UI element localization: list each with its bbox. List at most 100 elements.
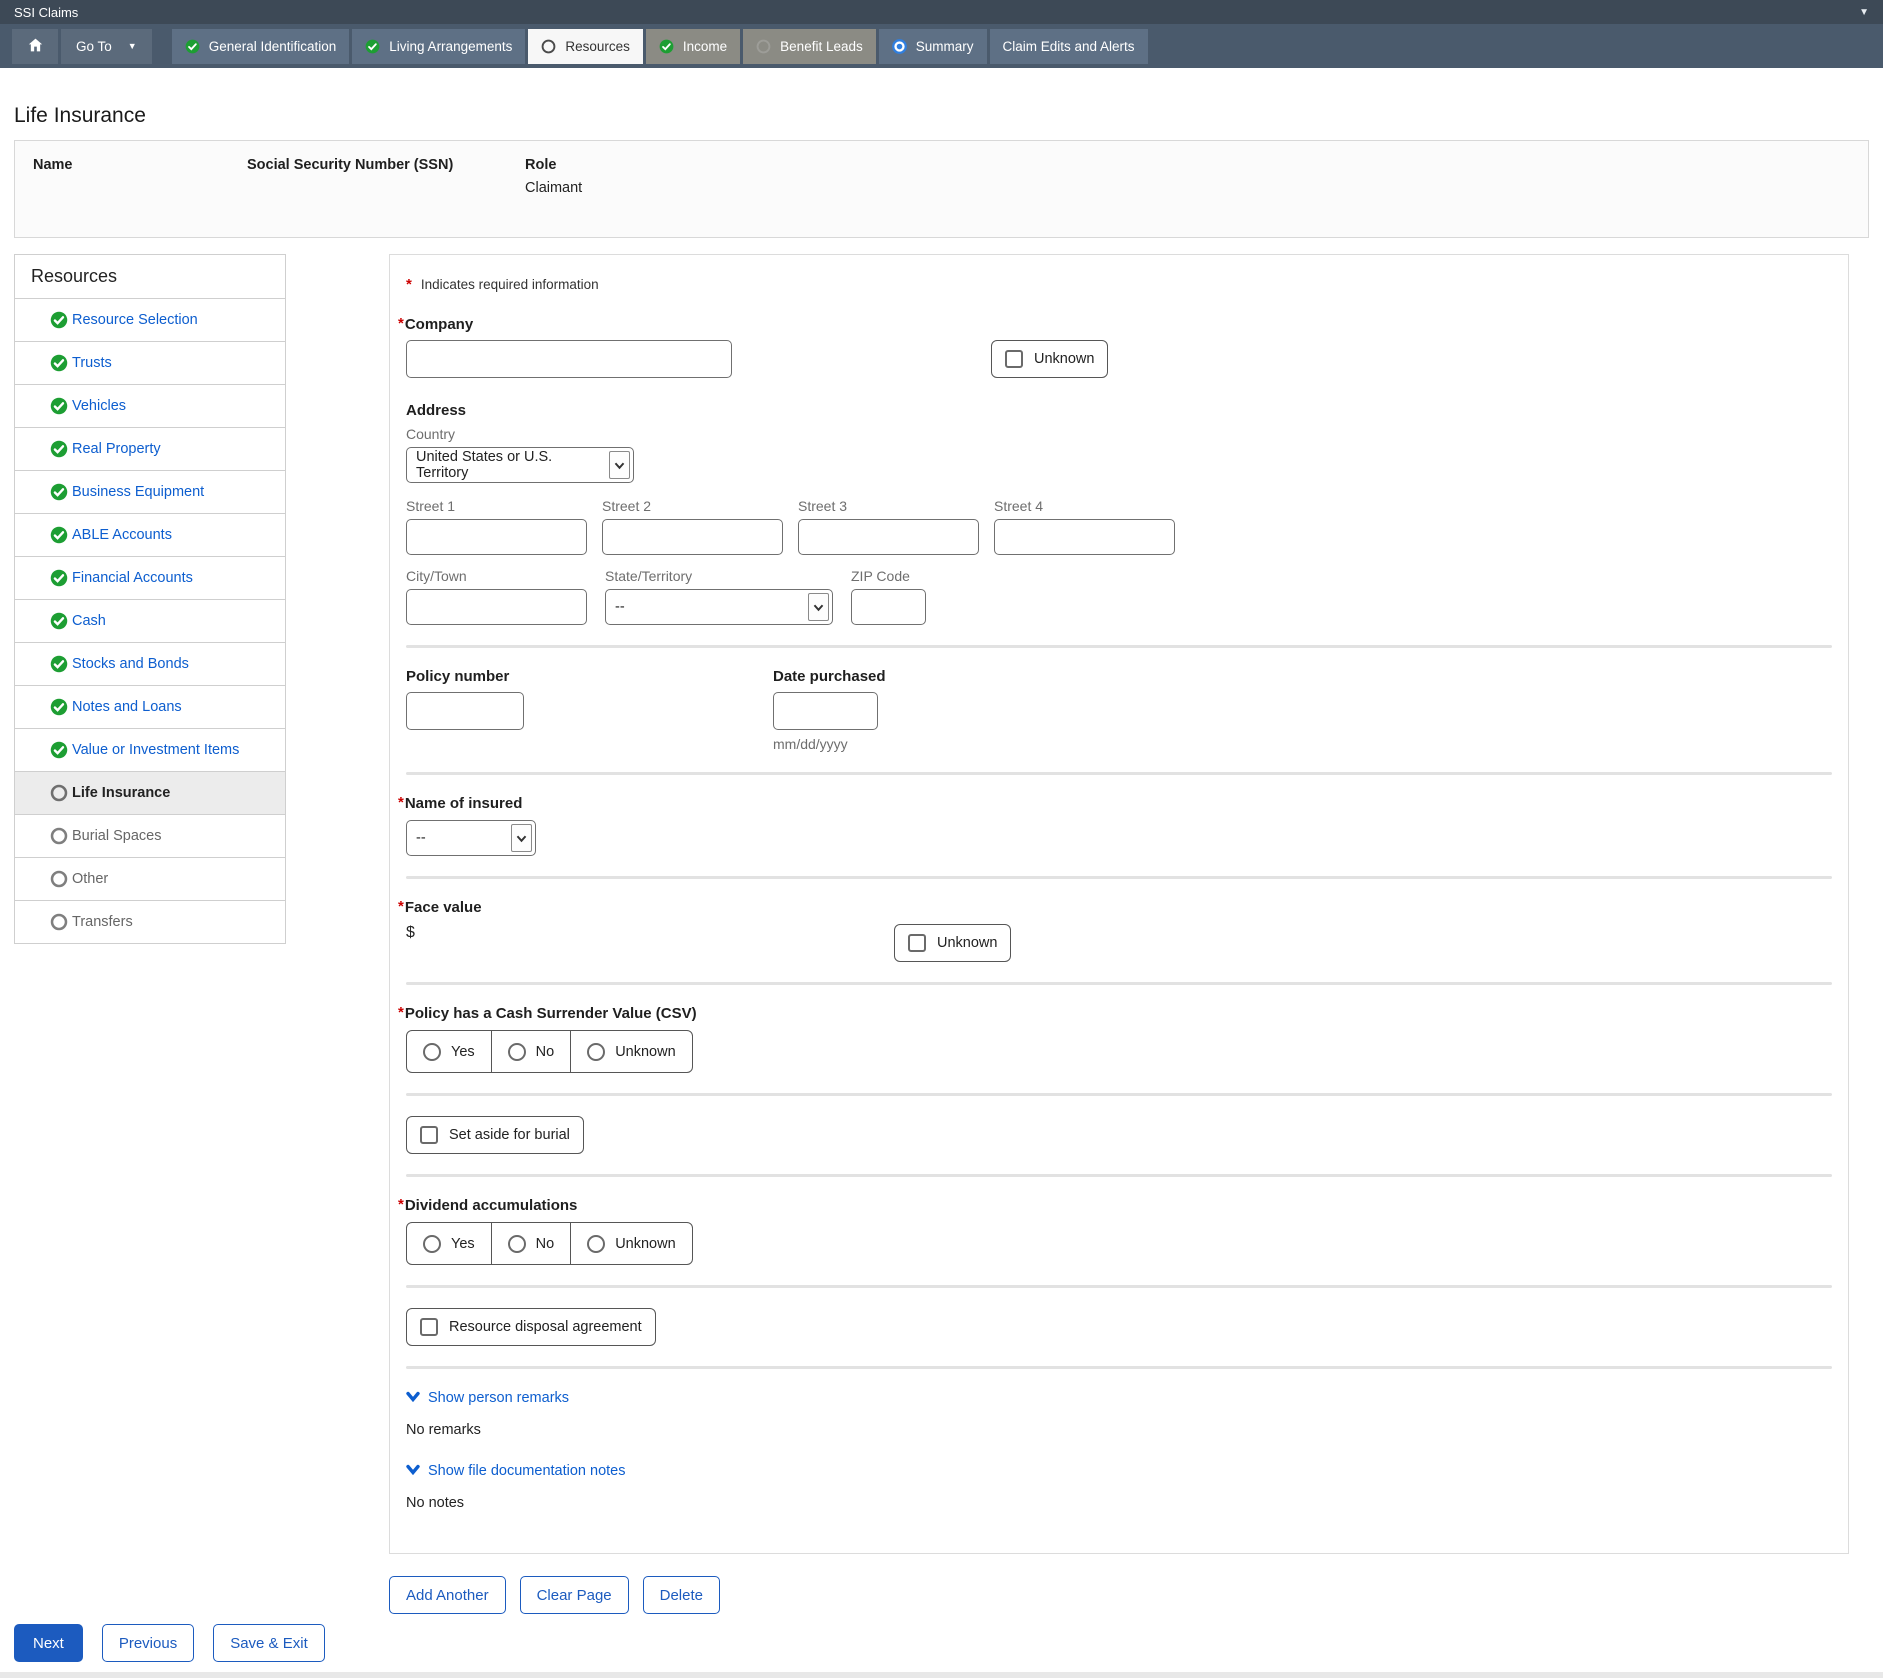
divider xyxy=(406,1093,1832,1096)
chevron-down-icon: ▼ xyxy=(128,41,137,51)
circle-outline-icon xyxy=(541,39,556,54)
goto-dropdown-button[interactable]: Go To ▼ xyxy=(61,29,152,64)
ssn-value xyxy=(247,180,525,197)
sidebar-item-trusts[interactable]: Trusts xyxy=(15,342,285,385)
dividend-unknown-radio[interactable]: Unknown xyxy=(570,1223,691,1264)
tab-living-arrangements[interactable]: Living Arrangements xyxy=(352,29,525,64)
home-icon xyxy=(27,37,44,56)
chevron-down-icon xyxy=(609,451,630,479)
country-select-value: United States or U.S. Territory xyxy=(416,449,603,481)
tab-summary[interactable]: Summary xyxy=(879,29,987,64)
show-person-remarks-label: Show person remarks xyxy=(428,1390,569,1406)
titlebar-caret-icon[interactable]: ▼ xyxy=(1859,7,1869,18)
save-exit-button[interactable]: Save & Exit xyxy=(213,1624,325,1662)
sidebar-item-transfers[interactable]: Transfers xyxy=(15,901,285,943)
sidebar-item-label: Transfers xyxy=(72,914,133,930)
street2-input[interactable] xyxy=(602,519,783,555)
sidebar-item-burial-spaces[interactable]: Burial Spaces xyxy=(15,815,285,858)
add-another-button[interactable]: Add Another xyxy=(389,1576,506,1614)
sidebar-item-label: Vehicles xyxy=(72,398,126,414)
face-value-input[interactable] xyxy=(423,925,513,942)
face-value-unknown-checkbox[interactable]: Unknown xyxy=(894,924,1011,962)
dividend-yes-radio[interactable]: Yes xyxy=(407,1223,491,1264)
divider xyxy=(406,645,1832,648)
sidebar-item-label: Resource Selection xyxy=(72,312,198,328)
resource-disposal-label: Resource disposal agreement xyxy=(449,1319,642,1335)
dividend-label-text: Dividend accumulations xyxy=(405,1197,578,1214)
tab-general-identification[interactable]: General Identification xyxy=(172,29,350,64)
show-person-remarks-link[interactable]: Show person remarks xyxy=(406,1390,569,1406)
date-format-hint: mm/dd/yyyy xyxy=(773,736,886,752)
name-of-insured-select[interactable]: -- xyxy=(406,820,536,856)
city-input[interactable] xyxy=(406,589,587,625)
name-of-insured-value: -- xyxy=(416,830,426,846)
tab-claim-edits-and-alerts[interactable]: Claim Edits and Alerts xyxy=(990,29,1148,64)
csv-yes-radio[interactable]: Yes xyxy=(407,1031,491,1072)
checkbox-icon xyxy=(1005,350,1023,368)
person-ssn-column: Social Security Number (SSN) xyxy=(247,157,525,197)
zip-label: ZIP Code xyxy=(851,568,926,584)
home-button[interactable] xyxy=(12,29,58,64)
set-aside-burial-checkbox[interactable]: Set aside for burial xyxy=(406,1116,584,1154)
date-purchased-input[interactable] xyxy=(773,692,878,730)
check-circle-icon xyxy=(50,354,68,372)
country-select[interactable]: United States or U.S. Territory xyxy=(406,447,634,483)
role-value: Claimant xyxy=(525,180,1850,197)
person-name-column: Name xyxy=(33,157,247,197)
checkbox-icon xyxy=(908,934,926,952)
resource-disposal-checkbox[interactable]: Resource disposal agreement xyxy=(406,1308,656,1346)
show-file-documentation-notes-link[interactable]: Show file documentation notes xyxy=(406,1463,626,1479)
sidebar-item-business-equipment[interactable]: Business Equipment xyxy=(15,471,285,514)
sidebar-item-value-or-investment-items[interactable]: Value or Investment Items xyxy=(15,729,285,772)
circle-outline-icon xyxy=(50,870,68,888)
face-value-label-text: Face value xyxy=(405,899,482,916)
csv-no-radio[interactable]: No xyxy=(491,1031,571,1072)
street1-input[interactable] xyxy=(406,519,587,555)
sidebar-item-label: Notes and Loans xyxy=(72,699,182,715)
company-unknown-checkbox[interactable]: Unknown xyxy=(991,340,1108,378)
state-select[interactable]: -- xyxy=(605,589,833,625)
tab-resources[interactable]: Resources xyxy=(528,29,643,64)
radio-label: Yes xyxy=(451,1236,475,1252)
street4-input[interactable] xyxy=(994,519,1175,555)
zip-input[interactable] xyxy=(851,589,926,625)
circle-outline-icon xyxy=(50,913,68,931)
sidebar-item-vehicles[interactable]: Vehicles xyxy=(15,385,285,428)
check-circle-icon xyxy=(50,741,68,759)
file-notes-empty-text: No notes xyxy=(406,1495,1832,1511)
sidebar-item-able-accounts[interactable]: ABLE Accounts xyxy=(15,514,285,557)
clear-page-button[interactable]: Clear Page xyxy=(520,1576,629,1614)
tab-income[interactable]: Income xyxy=(646,29,740,64)
company-input[interactable] xyxy=(406,340,732,378)
company-group: * Company Unknown xyxy=(406,316,1832,378)
sidebar-item-stocks-and-bonds[interactable]: Stocks and Bonds xyxy=(15,643,285,686)
street3-field: Street 3 xyxy=(798,498,979,555)
sidebar-item-notes-and-loans[interactable]: Notes and Loans xyxy=(15,686,285,729)
tab-label: Summary xyxy=(916,39,974,54)
sidebar-item-other[interactable]: Other xyxy=(15,858,285,901)
delete-button[interactable]: Delete xyxy=(643,1576,720,1614)
policy-number-input[interactable] xyxy=(406,692,524,730)
city-label: City/Town xyxy=(406,568,587,584)
previous-button[interactable]: Previous xyxy=(102,1624,194,1662)
sidebar-item-real-property[interactable]: Real Property xyxy=(15,428,285,471)
sidebar-item-cash[interactable]: Cash xyxy=(15,600,285,643)
radio-dot-icon xyxy=(892,39,907,54)
sidebar-item-financial-accounts[interactable]: Financial Accounts xyxy=(15,557,285,600)
tab-benefit-leads[interactable]: Benefit Leads xyxy=(743,29,876,64)
street3-input[interactable] xyxy=(798,519,979,555)
next-button[interactable]: Next xyxy=(14,1624,83,1662)
state-field: State/Territory -- xyxy=(605,568,833,625)
street4-field: Street 4 xyxy=(994,498,1175,555)
street2-label: Street 2 xyxy=(602,498,783,514)
dividend-no-radio[interactable]: No xyxy=(491,1223,571,1264)
check-circle-icon xyxy=(50,440,68,458)
sidebar-item-resource-selection[interactable]: Resource Selection xyxy=(15,299,285,342)
csv-label: * Policy has a Cash Surrender Value (CSV… xyxy=(406,1005,1832,1022)
sidebar-item-label: Life Insurance xyxy=(72,785,170,801)
sidebar-item-life-insurance[interactable]: Life Insurance xyxy=(15,772,285,815)
required-note: * Indicates required information xyxy=(406,277,1832,292)
csv-unknown-radio[interactable]: Unknown xyxy=(570,1031,691,1072)
dividend-radio-group: Yes No Unknown xyxy=(406,1222,693,1265)
check-circle-icon xyxy=(50,655,68,673)
